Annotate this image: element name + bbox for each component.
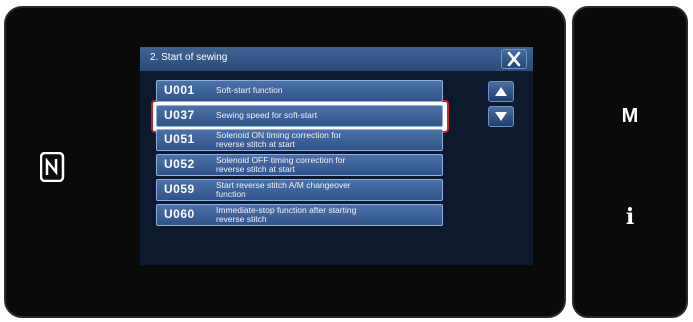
function-list: U001 Soft-start function U037 Sewing spe…: [140, 71, 533, 265]
dialog-title: 2. Start of sewing: [150, 52, 228, 63]
close-icon: [507, 51, 521, 67]
list-item-u001[interactable]: U001 Soft-start function: [156, 80, 443, 102]
item-description: Immediate-stop function after starting re…: [216, 205, 357, 224]
list-item-u052[interactable]: U052 Solenoid OFF timing correction for r…: [156, 154, 443, 176]
item-code: U052: [164, 157, 195, 171]
lcd-screen: 2. Start of sewing U001 Soft-start funct…: [140, 47, 533, 265]
dialog-title-bar: 2. Start of sewing: [140, 47, 533, 71]
item-code: U001: [164, 83, 195, 97]
side-button-panel: M i: [572, 6, 688, 318]
triangle-up-icon: [495, 87, 507, 96]
item-description: Solenoid OFF timing correction for revers…: [216, 155, 346, 174]
info-button[interactable]: i: [574, 204, 686, 230]
item-code: U060: [164, 207, 195, 221]
item-code: U059: [164, 182, 195, 196]
list-item-u059[interactable]: U059 Start reverse stitch A/M changeover…: [156, 179, 443, 201]
item-code: U051: [164, 132, 195, 146]
list-item-u051[interactable]: U051 Solenoid ON timing correction for re…: [156, 129, 443, 151]
item-description: Sewing speed for soft-start: [216, 110, 318, 120]
scroll-up-button[interactable]: [488, 81, 514, 102]
triangle-down-icon: [495, 112, 507, 121]
scroll-down-button[interactable]: [488, 106, 514, 127]
close-button[interactable]: [501, 49, 527, 69]
list-item-u060[interactable]: U060 Immediate-stop function after start…: [156, 204, 443, 226]
nfc-icon: [40, 152, 65, 182]
mode-button[interactable]: M: [574, 105, 686, 128]
item-description: Solenoid ON timing correction for reverse…: [216, 130, 342, 149]
list-item-u037[interactable]: U037 Sewing speed for soft-start: [156, 105, 443, 127]
item-description: Soft-start function: [216, 85, 283, 95]
item-description: Start reverse stitch A/M changeover funct…: [216, 180, 351, 199]
item-code: U037: [164, 108, 195, 122]
